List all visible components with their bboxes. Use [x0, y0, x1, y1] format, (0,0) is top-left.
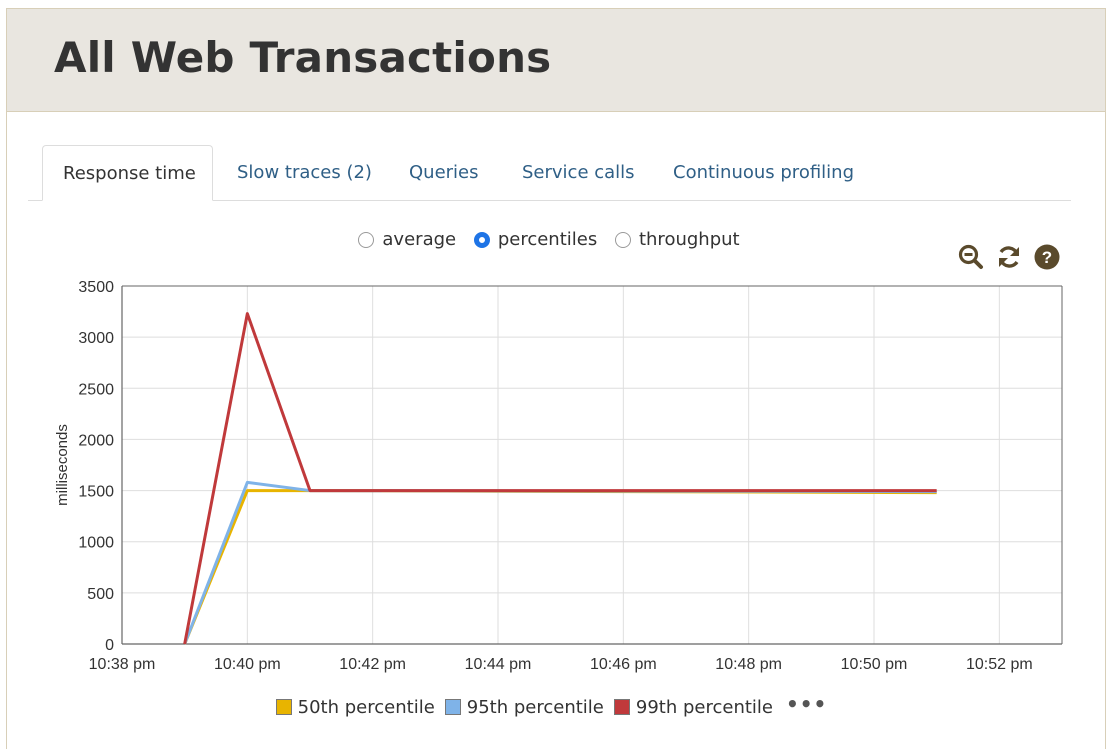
- x-tick-label: 10:50 pm: [841, 656, 908, 673]
- y-tick-label: 1500: [78, 484, 114, 501]
- y-axis-title: milliseconds: [54, 424, 71, 506]
- y-tick-label: 2000: [78, 432, 114, 449]
- legend-swatch: [275, 699, 292, 715]
- x-tick-label: 10:38 pm: [89, 656, 156, 673]
- legend-item[interactable]: 50th percentile: [275, 697, 435, 718]
- y-tick-label: 500: [87, 586, 114, 603]
- legend-label: 50th percentile: [297, 697, 435, 718]
- legend-item[interactable]: 99th percentile: [613, 697, 773, 718]
- legend-label: 95th percentile: [466, 697, 604, 718]
- y-tick-label: 0: [105, 637, 114, 654]
- response-time-chart: 0 500 1000 1500 2000 2500 3000 3500 10:38 pm 10:4…: [54, 279, 1063, 673]
- y-tick-label: 3500: [78, 279, 114, 296]
- y-tick-label: 3000: [78, 330, 114, 347]
- chart-legend: 50th percentile 95th percentile 99th perce…: [0, 692, 1098, 718]
- y-tick-label: 2500: [78, 381, 114, 398]
- x-tick-label: 10:52 pm: [966, 656, 1033, 673]
- legend-more-icon[interactable]: •••: [786, 692, 827, 716]
- legend-item[interactable]: 95th percentile: [444, 697, 604, 718]
- x-tick-label: 10:44 pm: [465, 656, 532, 673]
- x-tick-label: 10:42 pm: [339, 656, 406, 673]
- x-tick-label: 10:48 pm: [715, 656, 782, 673]
- x-tick-label: 10:40 pm: [214, 656, 281, 673]
- y-tick-label: 1000: [78, 535, 114, 552]
- plot-area: [122, 286, 1062, 644]
- legend-swatch: [613, 699, 630, 715]
- x-tick-label: 10:46 pm: [590, 656, 657, 673]
- legend-swatch: [444, 699, 461, 715]
- legend-label: 99th percentile: [635, 697, 773, 718]
